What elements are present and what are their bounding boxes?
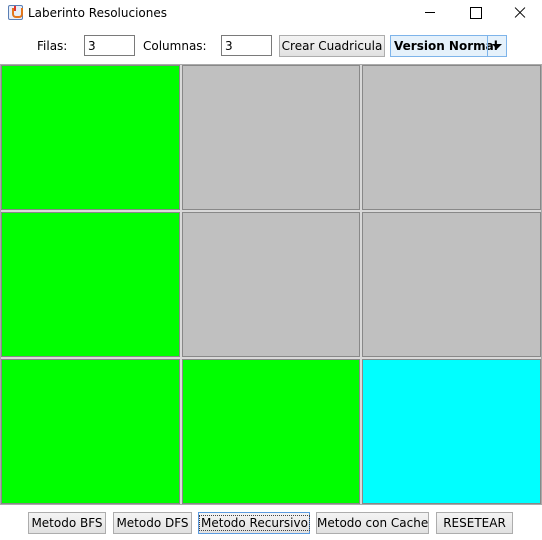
columnas-label: Columnas:: [143, 39, 207, 53]
grid-cell-goal[interactable]: [362, 359, 541, 504]
version-selected-value: Version Normal: [394, 39, 498, 53]
metodo-dfs-button[interactable]: Metodo DFS: [113, 512, 192, 534]
chevron-down-icon[interactable]: [487, 36, 506, 56]
grid-cell-empty[interactable]: [181, 212, 361, 357]
maximize-button[interactable]: [453, 0, 499, 26]
window-title: Laberinto Resoluciones: [28, 6, 168, 20]
metodo-cache-button[interactable]: Metodo con Cache: [316, 512, 429, 534]
grid-cell-path[interactable]: [1, 359, 180, 504]
minimize-button[interactable]: [407, 0, 453, 26]
filas-input[interactable]: [84, 35, 135, 56]
title-bar: Laberinto Resoluciones: [0, 0, 542, 26]
grid-cell-path[interactable]: [1, 212, 180, 357]
grid-cell-empty[interactable]: [181, 65, 361, 210]
grid-cell-empty[interactable]: [362, 65, 541, 210]
metodo-bfs-button[interactable]: Metodo BFS: [28, 512, 106, 534]
java-cup-icon: [8, 5, 23, 20]
close-button[interactable]: [497, 0, 542, 26]
maze-grid: [0, 64, 542, 505]
grid-cell-empty[interactable]: [362, 212, 541, 357]
grid-cell-path[interactable]: [181, 359, 361, 504]
columnas-input[interactable]: [221, 35, 272, 56]
resetear-button[interactable]: RESETEAR: [436, 512, 513, 534]
version-select[interactable]: Version Normal: [390, 35, 507, 57]
grid-cell-path[interactable]: [1, 65, 180, 210]
crear-cuadricula-button[interactable]: Crear Cuadricula: [279, 35, 385, 57]
filas-label: Filas:: [37, 39, 68, 53]
metodo-recursivo-button[interactable]: Metodo Recursivo: [198, 512, 310, 534]
metodo-recursivo-label: Metodo Recursivo: [199, 515, 310, 531]
bottom-action-bar: Metodo BFS Metodo DFS Metodo Recursivo M…: [0, 505, 542, 540]
